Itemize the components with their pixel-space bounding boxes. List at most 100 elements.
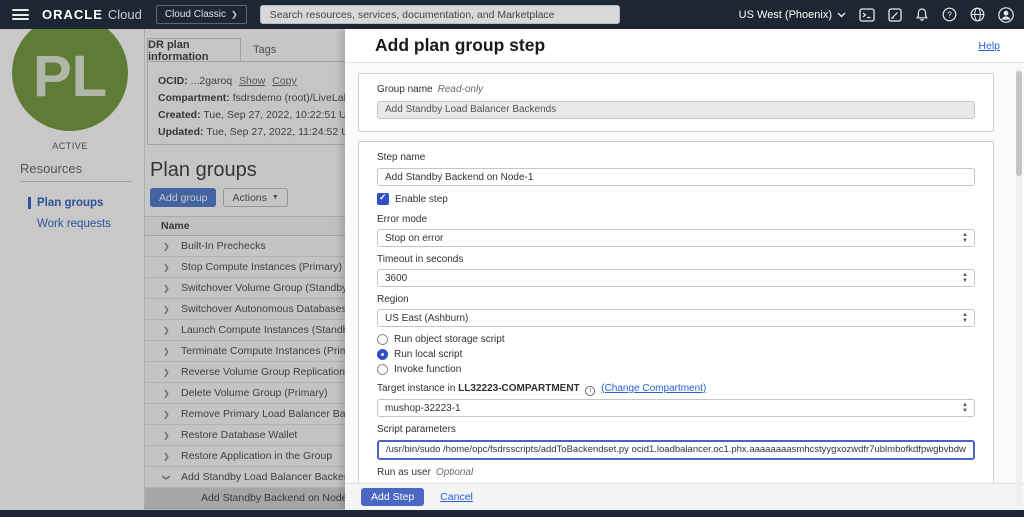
chevron-right-icon[interactable] bbox=[163, 263, 181, 272]
tab-dr-plan-information[interactable]: DR plan information bbox=[147, 38, 241, 62]
chevron-right-icon[interactable] bbox=[163, 410, 181, 419]
readonly-hint: Read-only bbox=[438, 84, 484, 95]
cancel-link[interactable]: Cancel bbox=[440, 491, 473, 503]
table-row[interactable]: Built-In Prechecks bbox=[145, 236, 345, 257]
region-field: Region US East (Ashburn) ▲▼ bbox=[377, 294, 975, 327]
info-icon[interactable]: i bbox=[585, 386, 595, 396]
caret-down-icon: ▼ bbox=[272, 194, 279, 201]
row-label: Restore Database Wallet bbox=[181, 429, 297, 441]
row-label: Restore Application in the Group bbox=[181, 450, 332, 462]
chevron-right-icon[interactable] bbox=[163, 242, 181, 251]
chevron-right-icon[interactable] bbox=[163, 389, 181, 398]
radio-invoke-function[interactable]: Invoke function bbox=[377, 364, 975, 375]
number-spinner-icon[interactable]: ▲▼ bbox=[962, 272, 968, 284]
oracle-cloud-logo[interactable]: ORACLE Cloud bbox=[42, 7, 142, 22]
add-step-button[interactable]: Add Step bbox=[361, 488, 424, 506]
table-row-selected-child[interactable]: Add Standby Backend on Node-0 bbox=[145, 488, 345, 509]
table-row[interactable]: Remove Primary Load Balancer Backend bbox=[145, 404, 345, 425]
updated-line: Updated: Tue, Sep 27, 2022, 11:24:52 UTC bbox=[158, 124, 345, 141]
enable-step-label: Enable step bbox=[395, 194, 448, 205]
add-group-button[interactable]: Add group bbox=[150, 188, 216, 207]
radio-unselected-icon[interactable] bbox=[377, 364, 388, 375]
row-label: Switchover Autonomous Databases (Standby… bbox=[181, 303, 345, 315]
target-instance-field: Target instance in LL32223-COMPARTMENT i… bbox=[377, 383, 975, 417]
region-selector[interactable]: US West (Phoenix) bbox=[739, 9, 846, 21]
sidebar-item-plan-groups[interactable]: Plan groups bbox=[28, 197, 103, 209]
chevron-right-icon[interactable] bbox=[163, 326, 181, 335]
table-row[interactable]: Switchover Volume Group (Standby) bbox=[145, 278, 345, 299]
chevron-right-icon[interactable] bbox=[163, 368, 181, 377]
table-row-expanded[interactable]: Add Standby Load Balancer Backends bbox=[145, 467, 345, 488]
announcements-icon[interactable] bbox=[888, 8, 902, 22]
script-parameters-field: Script parameters bbox=[377, 424, 975, 460]
copy-link[interactable]: Copy bbox=[272, 75, 297, 87]
updated-label: Updated: bbox=[158, 126, 204, 138]
table-row[interactable]: Delete Volume Group (Primary) bbox=[145, 383, 345, 404]
table-row[interactable]: Switchover Autonomous Databases (Standby… bbox=[145, 299, 345, 320]
chevron-down-icon[interactable] bbox=[163, 473, 181, 482]
created-line: Created: Tue, Sep 27, 2022, 10:22:51 UTC bbox=[158, 107, 345, 124]
language-globe-icon[interactable] bbox=[970, 7, 985, 22]
plan-groups-toolbar: Add group Actions ▼ bbox=[150, 188, 288, 207]
group-name-input bbox=[377, 101, 975, 119]
cloud-classic-button[interactable]: Cloud Classic ❯ bbox=[156, 5, 247, 24]
timeout-label: Timeout in seconds bbox=[377, 254, 975, 266]
window-bottom-edge bbox=[0, 510, 1024, 517]
chevron-right-icon[interactable] bbox=[163, 347, 181, 356]
help-link[interactable]: Help bbox=[978, 40, 1000, 52]
scrollbar-thumb[interactable] bbox=[1016, 71, 1022, 176]
notifications-bell-icon[interactable] bbox=[915, 7, 929, 22]
group-name-card: Group nameRead-only bbox=[358, 73, 994, 132]
step-details-card: Step name Enable step Error mode Stop on… bbox=[358, 141, 994, 484]
table-row[interactable]: Restore Database Wallet bbox=[145, 425, 345, 446]
table-row[interactable]: Launch Compute Instances (Standby) bbox=[145, 320, 345, 341]
row-label: Reverse Volume Group Replication policie… bbox=[181, 366, 345, 378]
table-row[interactable]: Terminate Compute Instances (Primary) bbox=[145, 341, 345, 362]
tab-tags[interactable]: Tags bbox=[253, 38, 276, 62]
actions-label: Actions bbox=[232, 192, 266, 204]
timeout-value: 3600 bbox=[385, 273, 407, 284]
region-label: Region bbox=[377, 294, 975, 306]
error-mode-select[interactable]: Stop on error ▲▼ bbox=[377, 229, 975, 247]
chevron-right-icon[interactable] bbox=[163, 305, 181, 314]
row-label: Built-In Prechecks bbox=[181, 240, 266, 252]
drawer-scrollbar[interactable] bbox=[1016, 67, 1022, 507]
actions-button[interactable]: Actions ▼ bbox=[223, 188, 287, 207]
script-type-radio-group: Run object storage script Run local scri… bbox=[377, 334, 975, 375]
user-avatar-icon[interactable] bbox=[998, 7, 1014, 23]
enable-step-toggle[interactable]: Enable step bbox=[377, 193, 975, 205]
region-select[interactable]: US East (Ashburn) ▲▼ bbox=[377, 309, 975, 327]
checkbox-checked-icon[interactable] bbox=[377, 193, 389, 205]
optional-hint: Optional bbox=[436, 467, 473, 478]
change-compartment-link[interactable]: (Change Compartment) bbox=[601, 383, 706, 394]
help-icon[interactable]: ? bbox=[942, 7, 957, 22]
chevron-right-icon: ❯ bbox=[231, 10, 238, 19]
step-name-input[interactable] bbox=[377, 168, 975, 186]
updated-value: Tue, Sep 27, 2022, 11:24:52 UTC bbox=[206, 126, 345, 138]
radio-run-local-script[interactable]: Run local script bbox=[377, 349, 975, 360]
script-parameters-label: Script parameters bbox=[377, 424, 975, 436]
status-badge: ACTIVE bbox=[0, 141, 140, 151]
dr-plan-information-card: OCID: ...2garoq Show Copy Compartment: f… bbox=[147, 61, 345, 145]
table-row[interactable]: Restore Application in the Group bbox=[145, 446, 345, 467]
script-parameters-input[interactable] bbox=[377, 440, 975, 460]
chevron-right-icon[interactable] bbox=[163, 284, 181, 293]
chevron-right-icon[interactable] bbox=[163, 452, 181, 461]
cloud-shell-icon[interactable] bbox=[859, 8, 875, 22]
timeout-field: Timeout in seconds 3600 ▲▼ bbox=[377, 254, 975, 287]
target-instance-select[interactable]: mushop-32223-1 ▲▼ bbox=[377, 399, 975, 417]
search-input[interactable] bbox=[260, 5, 620, 24]
radio-selected-icon[interactable] bbox=[377, 349, 388, 360]
table-row[interactable]: Stop Compute Instances (Primary) bbox=[145, 257, 345, 278]
radio-run-object-storage-script[interactable]: Run object storage script bbox=[377, 334, 975, 345]
radio-unselected-icon[interactable] bbox=[377, 334, 388, 345]
sidebar-item-work-requests[interactable]: Work requests bbox=[28, 218, 111, 230]
oracle-cloud-console: ORACLE Cloud Cloud Classic ❯ US West (Ph… bbox=[0, 0, 1024, 517]
radio-label: Invoke function bbox=[394, 364, 461, 375]
chevron-right-icon[interactable] bbox=[163, 431, 181, 440]
table-row[interactable]: Reverse Volume Group Replication policie… bbox=[145, 362, 345, 383]
show-link[interactable]: Show bbox=[239, 75, 265, 87]
select-arrows-icon: ▲▼ bbox=[962, 232, 968, 244]
timeout-stepper[interactable]: 3600 ▲▼ bbox=[377, 269, 975, 287]
hamburger-menu-icon[interactable] bbox=[12, 9, 29, 20]
